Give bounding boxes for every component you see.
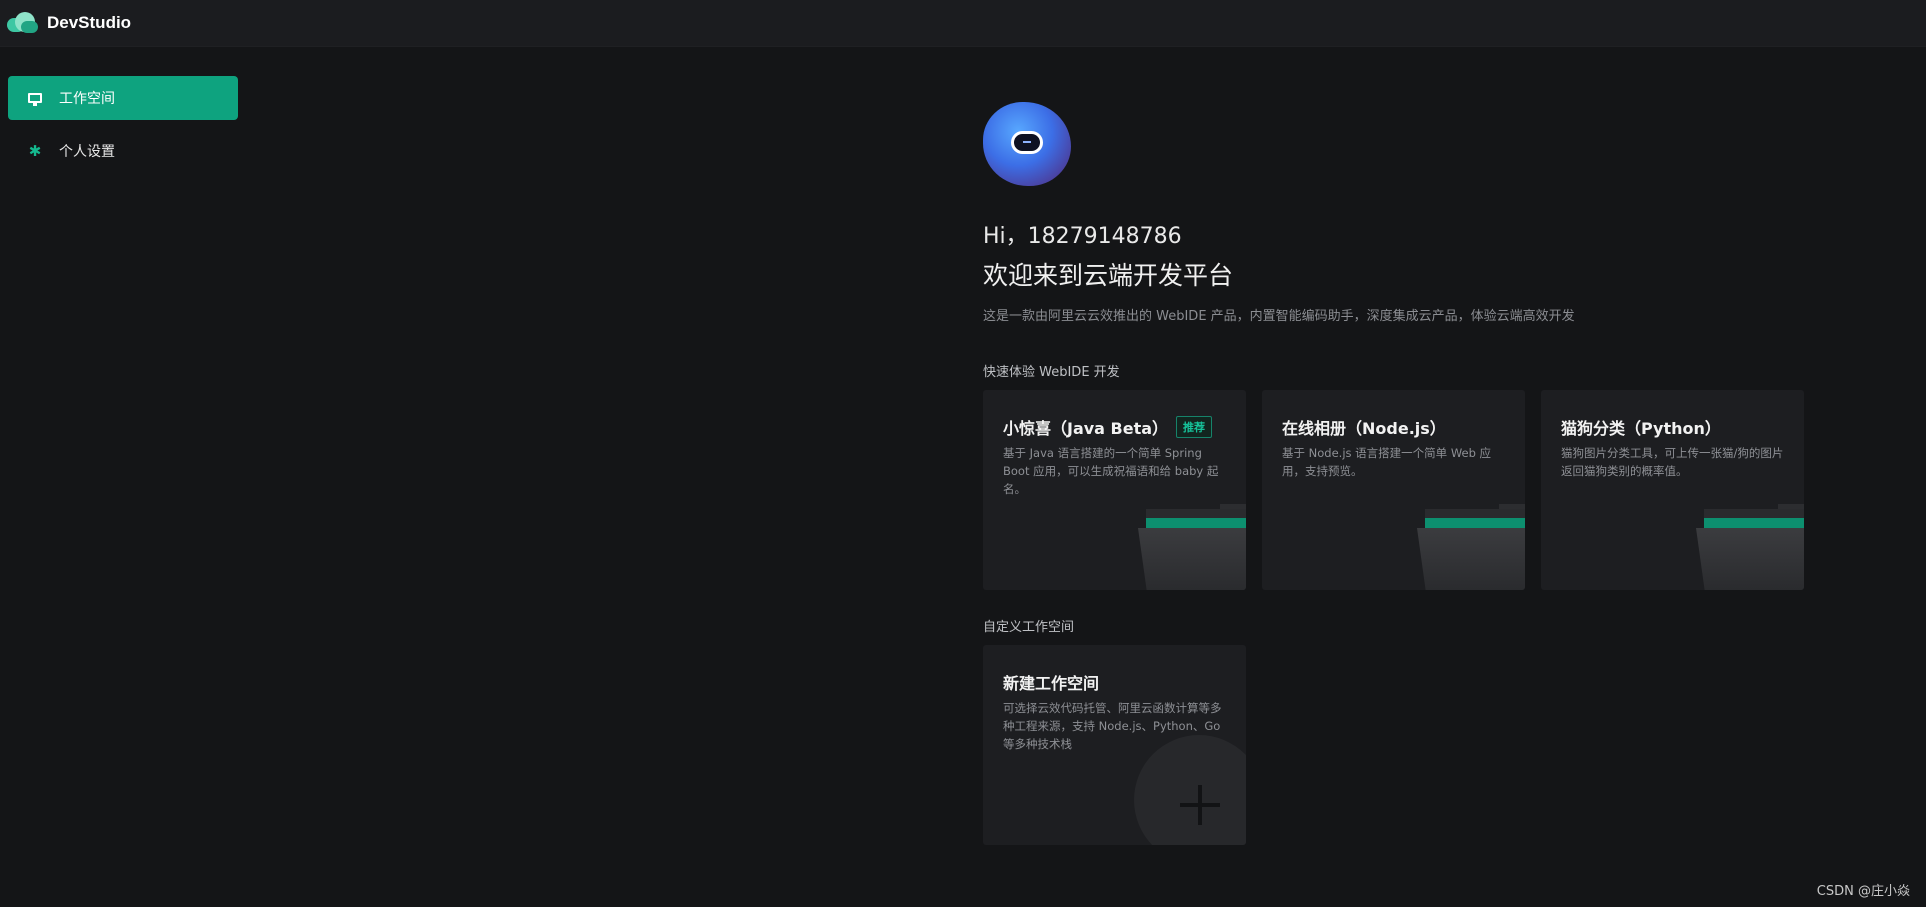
recommend-badge: 推荐 bbox=[1176, 416, 1213, 438]
monitor-icon bbox=[27, 90, 43, 106]
cloud-logo-icon[interactable] bbox=[7, 9, 39, 37]
quickstart-section-title: 快速体验 WebIDE 开发 bbox=[983, 365, 1120, 380]
product-description: 这是一款由阿里云云效推出的 WebIDE 产品，内置智能编码助手，深度集成云产品… bbox=[983, 309, 1575, 324]
custom-section-title: 自定义工作空间 bbox=[983, 620, 1075, 635]
sidebar-item-settings[interactable]: ✱ 个人设置 bbox=[8, 129, 238, 173]
template-card-nodejs[interactable]: 在线相册（Node.js） 基于 Node.js 语言搭建一个简单 Web 应用… bbox=[1262, 390, 1525, 590]
sidebar-item-label: 工作空间 bbox=[59, 91, 115, 107]
card-description: 基于 Java 语言搭建的一个简单 Spring Boot 应用，可以生成祝福语… bbox=[1003, 446, 1219, 496]
template-card-java[interactable]: 小惊喜（Java Beta） 推荐 基于 Java 语言搭建的一个简单 Spri… bbox=[983, 390, 1246, 590]
sidebar-item-label: 个人设置 bbox=[59, 144, 115, 160]
watermark-text: CSDN @庄小焱 bbox=[1816, 884, 1910, 899]
folder-icon bbox=[1136, 504, 1246, 590]
card-title: 在线相册（Node.js） bbox=[1282, 419, 1446, 438]
app-title[interactable]: DevStudio bbox=[47, 13, 131, 33]
avatar bbox=[983, 100, 1071, 188]
card-title: 小惊喜（Java Beta） bbox=[1003, 419, 1169, 438]
gear-icon: ✱ bbox=[28, 142, 42, 160]
new-workspace-card[interactable]: 新建工作空间 可选择云效代码托管、阿里云函数计算等多种工程来源，支持 Node.… bbox=[983, 645, 1246, 845]
plus-icon bbox=[1180, 785, 1220, 825]
sidebar: 工作空间 ✱ 个人设置 bbox=[0, 47, 246, 907]
card-description: 基于 Node.js 语言搭建一个简单 Web 应用，支持预览。 bbox=[1282, 446, 1492, 478]
top-bar: DevStudio bbox=[0, 0, 1926, 47]
template-card-python[interactable]: 猫狗分类（Python） 猫狗图片分类工具，可上传一张猫/狗的图片返回猫狗类别的… bbox=[1541, 390, 1804, 590]
card-title: 猫狗分类（Python） bbox=[1561, 419, 1721, 438]
card-description: 猫狗图片分类工具，可上传一张猫/狗的图片返回猫狗类别的概率值。 bbox=[1561, 446, 1784, 478]
greeting-text: Hi，18279148786 bbox=[983, 224, 1182, 249]
card-title: 新建工作空间 bbox=[1003, 674, 1100, 693]
sidebar-item-workspace[interactable]: 工作空间 bbox=[8, 76, 238, 120]
folder-icon bbox=[1415, 504, 1525, 590]
welcome-headline: 欢迎来到云端开发平台 bbox=[983, 261, 1234, 290]
folder-icon bbox=[1694, 504, 1804, 590]
